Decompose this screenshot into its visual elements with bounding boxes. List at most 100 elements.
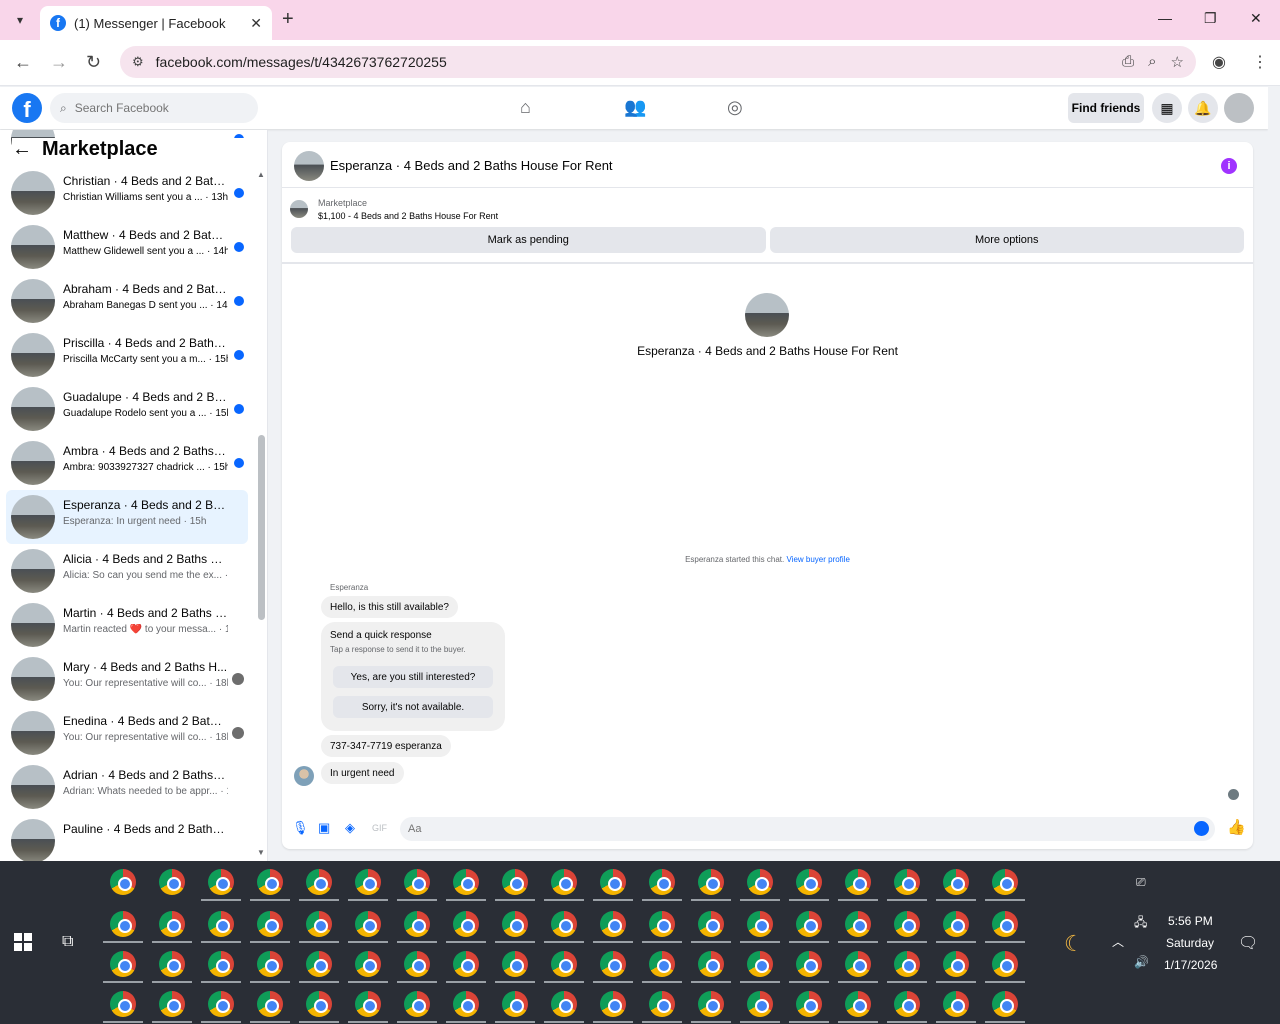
- minimize-icon[interactable]: —: [1158, 10, 1172, 26]
- chrome-taskbar-icon[interactable]: [698, 951, 724, 977]
- chrome-taskbar-icon[interactable]: [110, 869, 136, 895]
- chrome-taskbar-icon[interactable]: [159, 869, 185, 895]
- forward-icon[interactable]: →: [50, 52, 68, 73]
- chrome-taskbar-icon[interactable]: [943, 911, 969, 937]
- chrome-taskbar-icon[interactable]: [649, 991, 675, 1017]
- meet-now-icon[interactable]: ⎚: [1136, 875, 1146, 890]
- back-icon[interactable]: ←: [14, 52, 32, 73]
- install-app-icon[interactable]: ⎙: [1122, 53, 1134, 71]
- chrome-taskbar-icon[interactable]: [257, 951, 283, 977]
- more-options-button[interactable]: More options: [769, 227, 1244, 253]
- search-input[interactable]: [74, 101, 235, 115]
- windows-start-icon[interactable]: [14, 933, 32, 951]
- chrome-taskbar-icon[interactable]: [257, 911, 283, 937]
- chrome-taskbar-icon[interactable]: [453, 991, 479, 1017]
- restore-icon[interactable]: ❐: [1204, 10, 1217, 27]
- conversation-item[interactable]: Martin · 4 Beds and 2 Baths Ho... Martin …: [6, 598, 248, 652]
- chrome-taskbar-icon[interactable]: [796, 911, 822, 937]
- profile-icon[interactable]: ◉: [1212, 52, 1226, 72]
- quick-response-option[interactable]: Yes, are you still interested?: [333, 666, 493, 688]
- clock-date[interactable]: 1/17/2026: [1164, 958, 1217, 972]
- conversation-item[interactable]: Adrian · 4 Beds and 2 Baths Ho... Adrian:…: [6, 760, 248, 814]
- clock-time[interactable]: 5:56 PM: [1168, 914, 1213, 928]
- chrome-taskbar-icon[interactable]: [992, 869, 1018, 895]
- chrome-taskbar-icon[interactable]: [747, 911, 773, 937]
- chrome-taskbar-icon[interactable]: [110, 991, 136, 1017]
- chrome-taskbar-icon[interactable]: [992, 911, 1018, 937]
- sticker-icon[interactable]: ◈: [345, 820, 355, 836]
- chrome-taskbar-icon[interactable]: [992, 991, 1018, 1017]
- action-center-icon[interactable]: 🗨: [1238, 933, 1258, 953]
- friends-icon[interactable]: 👥: [624, 97, 646, 118]
- gif-icon[interactable]: GIF: [372, 823, 387, 833]
- chrome-taskbar-icon[interactable]: [453, 869, 479, 895]
- chrome-taskbar-icon[interactable]: [796, 869, 822, 895]
- close-window-icon[interactable]: ✕: [1250, 10, 1262, 27]
- marketplace-listing-bar[interactable]: Marketplace $1,100 - 4 Beds and 2 Baths …: [290, 198, 1245, 228]
- home-icon[interactable]: ⌂: [520, 97, 531, 118]
- chrome-taskbar-icon[interactable]: [355, 951, 381, 977]
- chrome-taskbar-icon[interactable]: [943, 991, 969, 1017]
- conversation-item[interactable]: Esperanza · 4 Beds and 2 Baths ... Espera…: [6, 490, 248, 544]
- chrome-taskbar-icon[interactable]: [600, 991, 626, 1017]
- conversation-item[interactable]: Ambra · 4 Beds and 2 Baths H... Ambra: 90…: [6, 436, 248, 490]
- chrome-taskbar-icon[interactable]: [600, 951, 626, 977]
- conversation-item[interactable]: Guadalupe · 4 Beds and 2 Bat... Guadalupe…: [6, 382, 248, 436]
- chrome-taskbar-icon[interactable]: [159, 951, 185, 977]
- conversation-item[interactable]: Mary · 4 Beds and 2 Baths H... You: Our r…: [6, 652, 248, 706]
- bookmark-star-icon[interactable]: ☆: [1171, 53, 1184, 71]
- view-buyer-profile-link[interactable]: View buyer profile: [786, 555, 849, 564]
- like-thumb-icon[interactable]: 👍: [1227, 818, 1246, 836]
- night-light-icon[interactable]: ☾: [1064, 931, 1084, 957]
- chrome-taskbar-icon[interactable]: [453, 951, 479, 977]
- chrome-taskbar-icon[interactable]: [992, 951, 1018, 977]
- chrome-taskbar-icon[interactable]: [796, 951, 822, 977]
- chrome-taskbar-icon[interactable]: [649, 869, 675, 895]
- conversation-item[interactable]: Pauline · 4 Beds and 2 Baths ...: [6, 814, 248, 861]
- listing-thumbnail[interactable]: [294, 151, 324, 181]
- volume-icon[interactable]: 🔊: [1134, 955, 1149, 969]
- chrome-taskbar-icon[interactable]: [600, 869, 626, 895]
- conversation-item[interactable]: Priscilla · 4 Beds and 2 Baths ... Prisci…: [6, 328, 248, 382]
- find-friends-button[interactable]: Find friends: [1068, 93, 1144, 123]
- chrome-taskbar-icon[interactable]: [649, 911, 675, 937]
- chrome-taskbar-icon[interactable]: [159, 911, 185, 937]
- chat-title[interactable]: Esperanza · 4 Beds and 2 Baths House For…: [330, 158, 613, 173]
- chrome-taskbar-icon[interactable]: [208, 911, 234, 937]
- tab-search-dropdown-icon[interactable]: ▾: [8, 8, 32, 32]
- menu-kebab-icon[interactable]: ⋮: [1252, 52, 1268, 72]
- network-icon[interactable]: 🖧: [1134, 913, 1147, 934]
- task-view-icon[interactable]: ⧉: [62, 933, 73, 951]
- chrome-taskbar-icon[interactable]: [943, 869, 969, 895]
- chrome-taskbar-icon[interactable]: [747, 951, 773, 977]
- message-input[interactable]: [408, 823, 1168, 835]
- conversation-item[interactable]: Matthew · 4 Beds and 2 Baths... Matthew G…: [6, 220, 248, 274]
- mark-pending-button[interactable]: Mark as pending: [291, 227, 766, 253]
- chrome-taskbar-icon[interactable]: [845, 869, 871, 895]
- chrome-taskbar-icon[interactable]: [894, 951, 920, 977]
- chrome-taskbar-icon[interactable]: [747, 991, 773, 1017]
- chrome-taskbar-icon[interactable]: [894, 869, 920, 895]
- chrome-taskbar-icon[interactable]: [502, 991, 528, 1017]
- chrome-taskbar-icon[interactable]: [306, 951, 332, 977]
- chrome-taskbar-icon[interactable]: [698, 991, 724, 1017]
- chrome-taskbar-icon[interactable]: [747, 869, 773, 895]
- chrome-taskbar-icon[interactable]: [551, 911, 577, 937]
- chrome-taskbar-icon[interactable]: [110, 951, 136, 977]
- groups-icon[interactable]: ◎: [727, 97, 743, 118]
- sidebar-scrollbar[interactable]: [258, 435, 265, 620]
- message-field[interactable]: [400, 817, 1215, 841]
- chrome-taskbar-icon[interactable]: [502, 951, 528, 977]
- chrome-taskbar-icon[interactable]: [845, 991, 871, 1017]
- chrome-taskbar-icon[interactable]: [600, 911, 626, 937]
- chrome-taskbar-icon[interactable]: [502, 911, 528, 937]
- site-info-icon[interactable]: ⚙: [132, 54, 144, 70]
- chrome-taskbar-icon[interactable]: [306, 991, 332, 1017]
- chrome-taskbar-icon[interactable]: [110, 911, 136, 937]
- chrome-taskbar-icon[interactable]: [943, 951, 969, 977]
- menu-grid-icon[interactable]: ▦: [1152, 93, 1182, 123]
- chrome-taskbar-icon[interactable]: [845, 911, 871, 937]
- chrome-taskbar-icon[interactable]: [355, 991, 381, 1017]
- page-scrollbar[interactable]: [1268, 87, 1280, 861]
- chrome-taskbar-icon[interactable]: [208, 869, 234, 895]
